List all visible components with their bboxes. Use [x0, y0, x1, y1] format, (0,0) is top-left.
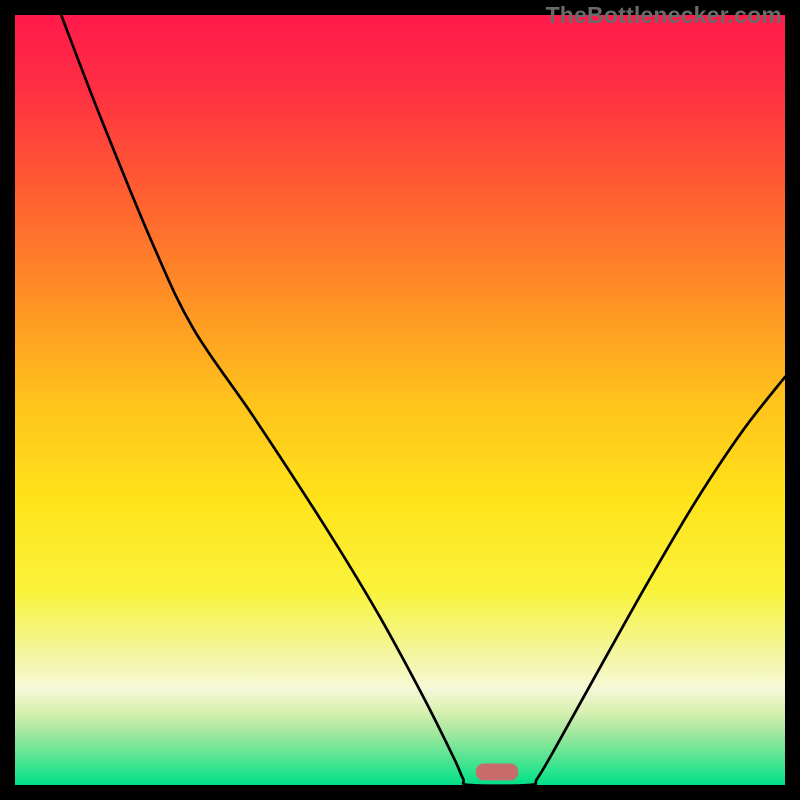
- chart-frame: TheBottlenecker.com: [0, 0, 800, 800]
- chart-plot-area: [15, 15, 785, 785]
- optimal-marker: [476, 763, 518, 780]
- watermark-label: TheBottlenecker.com: [546, 2, 782, 29]
- gradient-background: [15, 15, 785, 785]
- bottleneck-chart: [15, 15, 785, 785]
